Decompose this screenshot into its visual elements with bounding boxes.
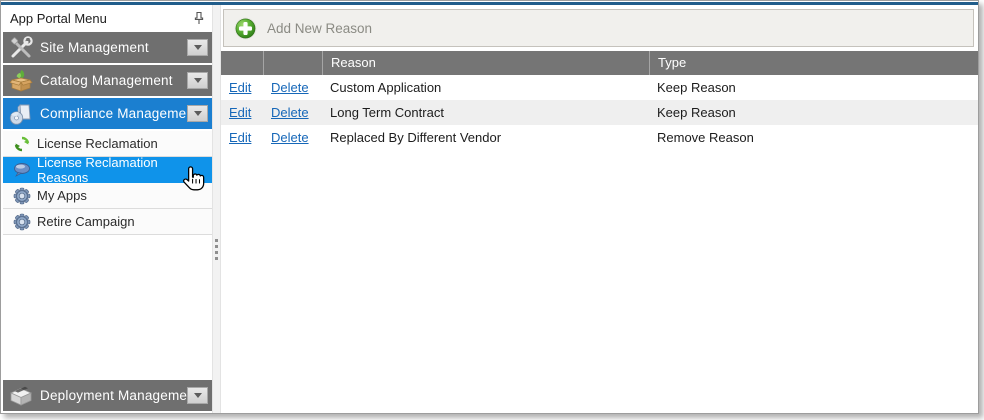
delete-link[interactable]: Delete [271, 130, 309, 145]
catalog-management-expand-button[interactable] [187, 72, 208, 89]
sidebar-item-label: Site Management [40, 40, 187, 55]
sidebar-item-compliance-management[interactable]: Compliance Management [3, 98, 212, 129]
delete-link[interactable]: Delete [271, 105, 309, 120]
content-empty-area [221, 150, 978, 413]
splitter-grip-icon [215, 239, 218, 260]
pin-icon [193, 11, 205, 26]
chevron-down-icon [194, 393, 202, 398]
screen: App Portal Menu [0, 0, 984, 420]
gear-icon [13, 213, 31, 231]
chevron-down-icon [194, 111, 202, 116]
table-cell-reason: Custom Application [322, 75, 649, 100]
table-cell-type: Keep Reason [649, 100, 978, 125]
sidebar-item-deployment-management[interactable]: Deployment Management [3, 380, 212, 411]
sidebar-item-retire-campaign[interactable]: Retire Campaign [3, 209, 212, 235]
edit-link[interactable]: Edit [229, 80, 251, 95]
reasons-table: Reason Type Edit Delete Custom Applicati… [221, 51, 978, 150]
table-cell-edit: Edit [221, 125, 263, 150]
column-header-reason: Reason [322, 51, 649, 75]
add-plus-icon [234, 17, 257, 40]
add-new-reason-label: Add New Reason [267, 21, 372, 36]
sidebar-item-label: Retire Campaign [37, 214, 135, 229]
sidebar-item-label: Compliance Management [40, 106, 187, 121]
table-cell-edit: Edit [221, 75, 263, 100]
edit-link[interactable]: Edit [229, 105, 251, 120]
edit-link[interactable]: Edit [229, 130, 251, 145]
sidebar-header: App Portal Menu [3, 5, 212, 32]
tools-icon [8, 35, 34, 61]
column-header-delete [263, 51, 322, 75]
chevron-down-icon [194, 78, 202, 83]
site-management-expand-button[interactable] [187, 39, 208, 56]
window-body: App Portal Menu [1, 5, 978, 413]
sidebar-item-label: License Reclamation [37, 136, 158, 151]
sidebar-item-license-reclamation-reasons[interactable]: License Reclamation Reasons [3, 157, 212, 183]
column-header-type: Type [649, 51, 978, 75]
sidebar-item-label: My Apps [37, 188, 87, 203]
sidebar-item-label: Deployment Management [40, 388, 187, 403]
speech-bubble-icon [13, 161, 31, 179]
deployment-management-expand-button[interactable] [187, 387, 208, 404]
table-cell-type: Remove Reason [649, 125, 978, 150]
table-cell-delete: Delete [263, 100, 322, 125]
table-cell-delete: Delete [263, 75, 322, 100]
column-header-edit [221, 51, 263, 75]
catalog-box-icon [8, 68, 34, 94]
sidebar-item-my-apps[interactable]: My Apps [3, 183, 212, 209]
sidebar-spacer [3, 235, 212, 380]
sidebar-title: App Portal Menu [10, 11, 190, 26]
software-disc-icon [8, 101, 34, 127]
package-icon [8, 383, 34, 409]
sidebar: App Portal Menu [1, 5, 212, 413]
add-new-reason-button[interactable]: Add New Reason [223, 9, 974, 47]
sidebar-item-catalog-management[interactable]: Catalog Management [3, 65, 212, 96]
sidebar-splitter[interactable] [212, 5, 221, 413]
table-cell-type: Keep Reason [649, 75, 978, 100]
chevron-down-icon [194, 45, 202, 50]
table-cell-reason: Long Term Contract [322, 100, 649, 125]
table-cell-delete: Delete [263, 125, 322, 150]
table-cell-edit: Edit [221, 100, 263, 125]
sidebar-item-license-reclamation[interactable]: License Reclamation [3, 131, 212, 157]
compliance-management-collapse-button[interactable] [187, 105, 208, 122]
sidebar-item-label: Catalog Management [40, 73, 187, 88]
sidebar-item-site-management[interactable]: Site Management [3, 32, 212, 63]
sidebar-item-label: License Reclamation Reasons [37, 155, 208, 185]
gear-icon [13, 187, 31, 205]
app-portal-window: App Portal Menu [0, 0, 979, 414]
recycle-arrows-icon [13, 135, 31, 153]
main-content: Add New Reason Reason Type Edit Delete C… [221, 5, 978, 413]
pin-button[interactable] [190, 10, 208, 28]
table-cell-reason: Replaced By Different Vendor [322, 125, 649, 150]
delete-link[interactable]: Delete [271, 80, 309, 95]
